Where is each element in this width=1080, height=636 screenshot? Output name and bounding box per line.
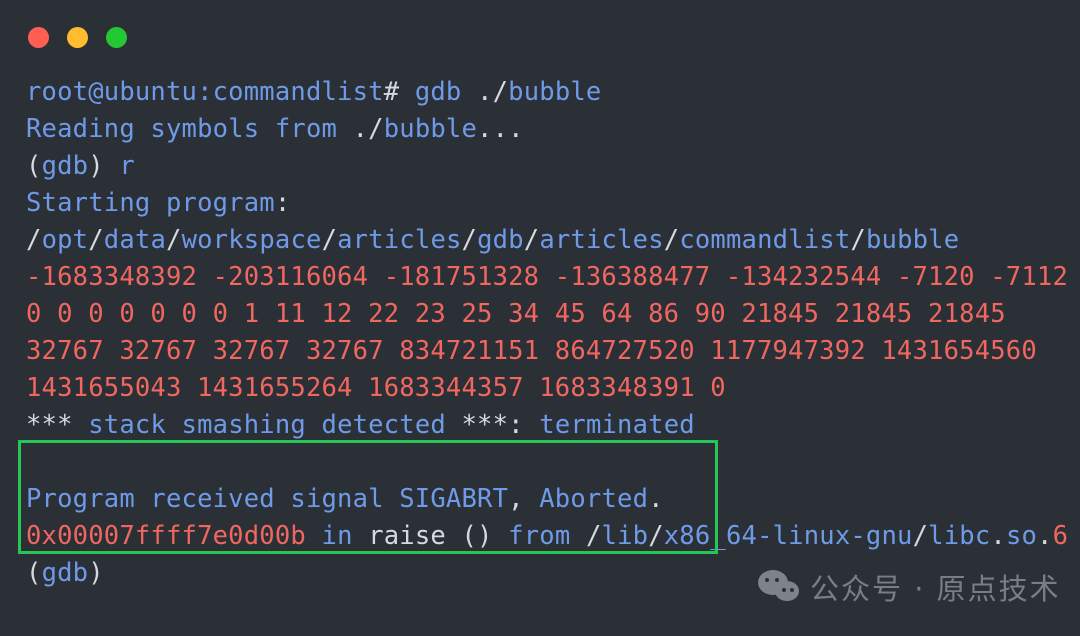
token: 32767 32767 32767 32767 834721151 864727…: [26, 336, 1037, 366]
token: .: [990, 521, 1006, 551]
token: gdb: [477, 225, 524, 255]
token: bubble: [383, 114, 478, 144]
line-values-1: -1683348392 -203116064 -181751328 -13638…: [26, 259, 1080, 296]
terminal-output[interactable]: root@ubuntu:commandlist# gdb ./bubble Rea…: [0, 74, 1080, 592]
token: opt: [41, 225, 89, 255]
token: :: [508, 410, 524, 440]
token: raise (): [368, 521, 493, 551]
line-values-2: 0 0 0 0 0 0 0 1 11 12 22 23 25 34 45 64 …: [26, 296, 1080, 333]
token: root@ubuntu:commandlist: [26, 77, 384, 107]
line-gdb-r: (gdb) r: [26, 148, 1080, 185]
token: /: [461, 225, 478, 255]
token: articles: [539, 225, 664, 255]
token: (: [26, 558, 42, 588]
token: articles: [337, 225, 462, 255]
token: Program received signal SIGABRT: [26, 484, 509, 514]
token: #: [383, 77, 400, 107]
token: x86_64-linux-gnu: [663, 521, 913, 551]
line-gdb-prompt-final: (gdb): [26, 555, 1080, 592]
line-sigabrt: Program received signal SIGABRT, Aborted…: [26, 481, 1080, 518]
line-blank: [26, 444, 1080, 481]
line-values-3: 32767 32767 32767 32767 834721151 864727…: [26, 333, 1080, 370]
line-starting-program: Starting program:: [26, 185, 1080, 222]
token: -1683348392 -203116064 -181751328 -13638…: [26, 262, 1069, 292]
token: /: [166, 225, 182, 255]
token: data: [103, 225, 167, 255]
line-values-4: 1431655043 1431655264 1683344357 1683348…: [26, 370, 1080, 407]
line-prompt-gdb: root@ubuntu:commandlist# gdb ./bubble: [26, 74, 1080, 111]
token: r: [119, 151, 135, 181]
token: /: [585, 521, 602, 551]
token: /: [912, 521, 929, 551]
line-reading-symbols: Reading symbols from ./bubble...: [26, 111, 1080, 148]
maximize-button[interactable]: [106, 26, 127, 48]
token: Aborted: [539, 484, 649, 514]
token: /: [88, 225, 104, 255]
token: /: [26, 225, 42, 255]
token: Starting program: [26, 188, 275, 218]
token: ./: [477, 77, 509, 107]
terminal-lines-top: root@ubuntu:commandlist# gdb ./bubble Rea…: [26, 74, 1080, 407]
token: gdb: [41, 558, 89, 588]
token: bubble: [865, 225, 960, 255]
token: lib: [601, 521, 649, 551]
token: 6: [1052, 521, 1069, 551]
token: gdb: [41, 151, 89, 181]
token: ...: [477, 114, 524, 144]
token: (: [26, 151, 42, 181]
token: bubble: [508, 77, 602, 107]
terminal-window: root@ubuntu:commandlist# gdb ./bubble Rea…: [0, 0, 1080, 636]
terminal-lines-bottom: 0x00007ffff7e0d00b in raise () from /lib…: [26, 518, 1080, 592]
token: ./: [352, 114, 384, 144]
line-program-path: /opt/data/workspace/articles/gdb/article…: [26, 222, 1080, 259]
token: from: [508, 521, 571, 551]
terminal-lines-highlighted: *** stack smashing detected ***: termina…: [26, 407, 1080, 518]
token: 1431655043 1431655264 1683344357 1683348…: [26, 373, 726, 403]
token: gdb: [414, 77, 462, 107]
token: .: [648, 484, 664, 514]
minimize-button[interactable]: [67, 26, 88, 48]
token: /: [663, 225, 680, 255]
line-stack-smashing: *** stack smashing detected ***: termina…: [26, 407, 1080, 444]
token: ): [88, 558, 104, 588]
token: 0x00007ffff7e0d00b: [26, 521, 306, 551]
token: workspace: [181, 225, 322, 255]
token: ): [88, 151, 104, 181]
token: commandlist: [679, 225, 851, 255]
token: :: [274, 188, 291, 218]
token: /: [321, 225, 338, 255]
token: /: [850, 225, 866, 255]
close-button[interactable]: [28, 26, 49, 48]
token: stack smashing detected: [88, 410, 446, 440]
token: terminated: [539, 410, 695, 440]
token: so: [1005, 521, 1038, 551]
token: libc: [928, 521, 991, 551]
token: ,: [508, 484, 524, 514]
line-frame-raise: 0x00007ffff7e0d00b in raise () from /lib…: [26, 518, 1080, 555]
token: 0 0 0 0 0 0 0 1 11 12 22 23 25 34 45 64 …: [26, 299, 1006, 329]
token: /: [648, 521, 664, 551]
token: .: [1037, 521, 1053, 551]
token: in: [321, 521, 353, 551]
token: ***: [26, 410, 73, 440]
token: ***: [461, 410, 509, 440]
token: /: [523, 225, 540, 255]
token: Reading symbols from: [26, 114, 353, 144]
window-titlebar: [0, 0, 1080, 74]
